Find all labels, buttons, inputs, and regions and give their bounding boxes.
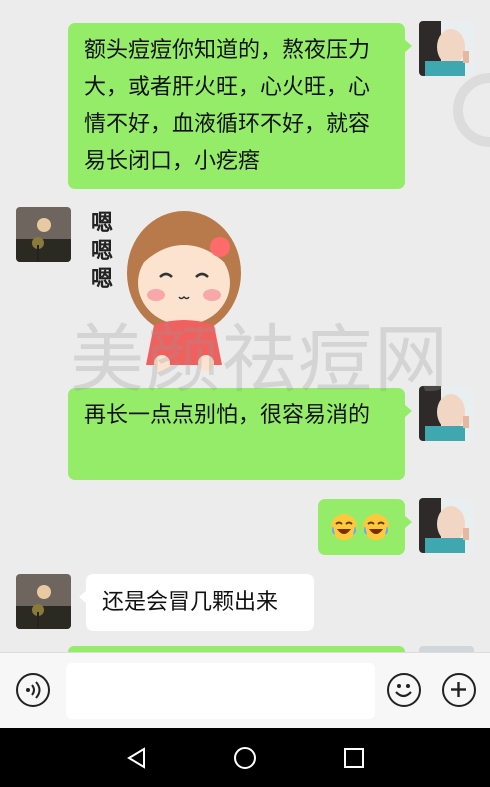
sticker-text-line: 嗯 <box>91 267 114 292</box>
more-button[interactable] <box>442 673 476 707</box>
contact-avatar[interactable] <box>16 207 71 262</box>
message-bubble-mine[interactable] <box>318 499 412 555</box>
sticker-text-column: 嗯 嗯 嗯 <box>91 210 113 294</box>
contact-avatar[interactable] <box>16 574 71 629</box>
smiley-icon <box>395 684 412 698</box>
my-avatar[interactable] <box>419 21 474 76</box>
recents-icon[interactable] <box>343 747 365 769</box>
message-bubble-mine[interactable]: 额头痘痘你知道的，熬夜压力大，或者肝火旺，心火旺，心情不好，血液循环不好，就容易… <box>68 23 412 189</box>
crying-laughing-icon <box>363 514 389 540</box>
input-bar <box>0 652 490 729</box>
message-text: 额头痘痘你知道的，熬夜压力大，或者肝火旺，心火旺，心情不好，血液循环不好，就容易… <box>84 38 371 174</box>
system-nav-bar <box>0 728 490 787</box>
voice-icon <box>26 681 41 699</box>
sticker-text-line: 嗯 <box>91 211 114 236</box>
plus-icon <box>451 682 466 697</box>
voice-button[interactable] <box>16 673 50 707</box>
decorative-ring <box>453 73 490 147</box>
message-bubble-contact[interactable]: 还是会冒几颗出来 <box>79 574 314 631</box>
sticker-text-line: 嗯 <box>91 239 114 264</box>
back-icon[interactable] <box>126 747 148 769</box>
emoji-button[interactable] <box>387 673 421 707</box>
message-input[interactable] <box>66 663 375 719</box>
watermark: 美颜祛痘网 <box>70 317 450 403</box>
crying-laughing-icon <box>331 514 357 540</box>
chat-area[interactable]: 额头痘痘你知道的，熬夜压力大，或者肝火旺，心火旺，心情不好，血液循环不好，就容易… <box>0 0 490 652</box>
message-text: 还是会冒几颗出来 <box>102 590 279 615</box>
my-avatar[interactable] <box>419 498 474 553</box>
home-icon[interactable] <box>233 746 257 770</box>
